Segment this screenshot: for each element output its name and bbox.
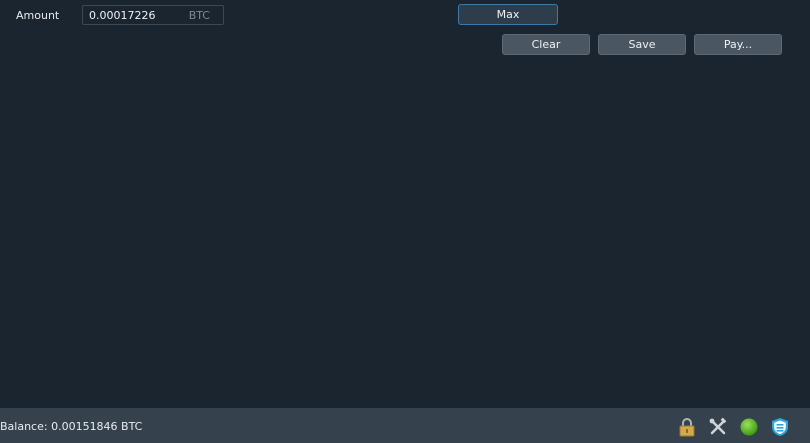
status-bar: Balance: 0.00151846 BTC [0,408,810,443]
save-button[interactable]: Save [598,34,686,55]
amount-value: 0.00017226 [89,9,156,22]
lock-icon[interactable] [677,417,697,437]
seed-shield-icon[interactable] [770,417,790,437]
preferences-icon[interactable] [708,417,728,437]
max-button[interactable]: Max [458,4,558,25]
balance-text: Balance: 0.00151846 BTC [0,420,143,433]
clear-button[interactable]: Clear [502,34,590,55]
network-status-icon[interactable] [739,417,759,437]
wallet-send-window: Amount 0.00017226 BTC Max Clear Save Pay… [0,0,810,443]
amount-input[interactable]: 0.00017226 BTC [82,5,224,25]
pay-button[interactable]: Pay... [694,34,782,55]
amount-unit: BTC [188,9,210,22]
amount-label: Amount [16,9,60,22]
